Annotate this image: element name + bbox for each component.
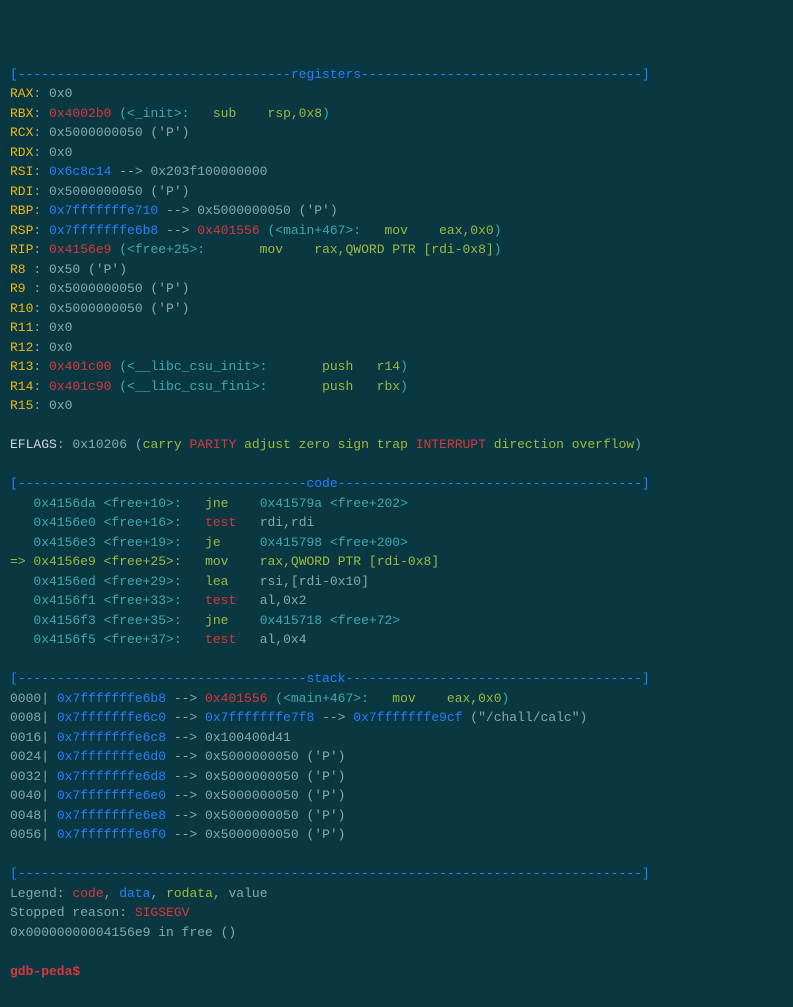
register-row: RDX: 0x0: [10, 143, 793, 163]
disasm-line: 0x4156f3 <free+35>: jne 0x415718 <free+7…: [10, 611, 793, 631]
register-row: RDI: 0x5000000050 ('P'): [10, 182, 793, 202]
register-row: RCX: 0x5000000050 ('P'): [10, 123, 793, 143]
stack-row: 0056| 0x7fffffffe6f0 --> 0x5000000050 ('…: [10, 825, 793, 845]
footer-section: [---------------------------------------…: [10, 864, 793, 942]
gdb-prompt[interactable]: gdb-peda$: [10, 964, 88, 979]
register-row: RSI: 0x6c8c14 --> 0x203f100000000: [10, 162, 793, 182]
stack-row: 0040| 0x7fffffffe6e0 --> 0x5000000050 ('…: [10, 786, 793, 806]
register-row: RIP: 0x4156e9 (<free+25>: mov rax,QWORD …: [10, 240, 793, 260]
register-row: RSP: 0x7fffffffe6b8 --> 0x401556 (<main+…: [10, 221, 793, 241]
register-row: RBP: 0x7fffffffe710 --> 0x5000000050 ('P…: [10, 201, 793, 221]
stack-row: 0016| 0x7fffffffe6c8 --> 0x100400d41: [10, 728, 793, 748]
register-row: RBX: 0x4002b0 (<_init>: sub rsp,0x8): [10, 104, 793, 124]
stack-row: 0008| 0x7fffffffe6c0 --> 0x7fffffffe7f8 …: [10, 708, 793, 728]
disasm-line: 0x4156da <free+10>: jne 0x41579a <free+2…: [10, 494, 793, 514]
disasm-line: 0x4156e0 <free+16>: test rdi,rdi: [10, 513, 793, 533]
stack-row: 0024| 0x7fffffffe6d0 --> 0x5000000050 ('…: [10, 747, 793, 767]
register-row: R15: 0x0: [10, 396, 793, 416]
terminal-output: { "sections": { "registers_header": "[--…: [0, 0, 793, 1007]
disasm-line: 0x4156f5 <free+37>: test al,0x4: [10, 630, 793, 650]
stack-row: 0048| 0x7fffffffe6e8 --> 0x5000000050 ('…: [10, 806, 793, 826]
code-section: [-------------------------------------co…: [10, 474, 793, 650]
stack-row: 0032| 0x7fffffffe6d8 --> 0x5000000050 ('…: [10, 767, 793, 787]
register-row: R9 : 0x5000000050 ('P'): [10, 279, 793, 299]
register-row: R12: 0x0: [10, 338, 793, 358]
register-row: R10: 0x5000000050 ('P'): [10, 299, 793, 319]
eflags-line: EFLAGS: 0x10206 (carry PARITY adjust zer…: [10, 435, 793, 455]
registers-section: [-----------------------------------regi…: [10, 65, 793, 416]
disasm-line: 0x4156e3 <free+19>: je 0x415798 <free+20…: [10, 533, 793, 553]
stack-row: 0000| 0x7fffffffe6b8 --> 0x401556 (<main…: [10, 689, 793, 709]
register-row: R14: 0x401c90 (<__libc_csu_fini>: push r…: [10, 377, 793, 397]
stack-section: [-------------------------------------st…: [10, 669, 793, 845]
disasm-line: 0x4156f1 <free+33>: test al,0x2: [10, 591, 793, 611]
register-row: R8 : 0x50 ('P'): [10, 260, 793, 280]
register-row: R11: 0x0: [10, 318, 793, 338]
disasm-line: => 0x4156e9 <free+25>: mov rax,QWORD PTR…: [10, 552, 793, 572]
register-row: R13: 0x401c00 (<__libc_csu_init>: push r…: [10, 357, 793, 377]
register-row: RAX: 0x0: [10, 84, 793, 104]
disasm-line: 0x4156ed <free+29>: lea rsi,[rdi-0x10]: [10, 572, 793, 592]
